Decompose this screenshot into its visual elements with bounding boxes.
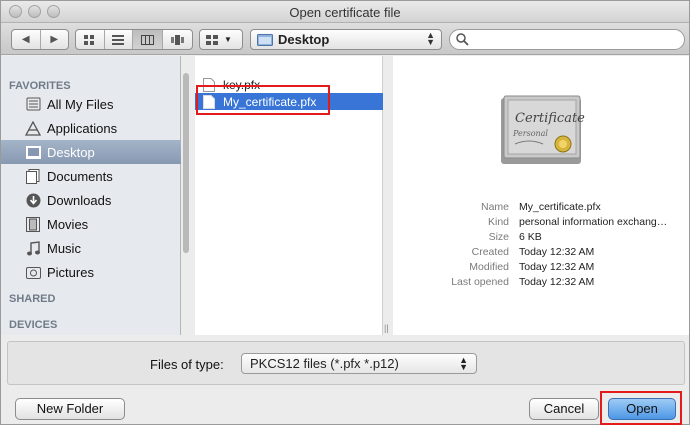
info-key: Name xyxy=(480,201,509,213)
sidebar-item-pictures[interactable]: Pictures xyxy=(1,260,181,284)
all-files-icon xyxy=(25,96,41,112)
icon-view-icon xyxy=(84,34,95,45)
info-value: Today 12:32 AM xyxy=(519,276,595,288)
certificate-preview-icon: Certificate Personal xyxy=(501,95,585,164)
list-view-button[interactable] xyxy=(105,30,134,49)
back-button[interactable]: ◀ xyxy=(12,30,41,49)
certificate-subtitle: Personal xyxy=(512,129,548,138)
files-of-type-label: Files of type: xyxy=(150,357,224,372)
documents-icon xyxy=(25,168,41,184)
window-title: Open certificate file xyxy=(289,5,401,20)
arrange-menu-button[interactable]: ▼ xyxy=(199,29,243,50)
sidebar-item-desktop[interactable]: Desktop xyxy=(1,140,181,164)
sidebar-item-label: All My Files xyxy=(47,96,114,112)
sidebar-item-label: Movies xyxy=(47,216,89,232)
info-row-name: Name My_certificate.pfx xyxy=(393,201,689,215)
cover-flow-button[interactable] xyxy=(163,30,192,49)
files-of-type-value: PKCS12 files (*.pfx *.p12) xyxy=(250,356,399,371)
info-key: Kind xyxy=(487,216,509,228)
info-row-kind: Kind personal information exchang… xyxy=(393,216,689,230)
sidebar-item-movies[interactable]: Movies xyxy=(1,212,181,236)
arrange-icon xyxy=(206,34,218,45)
info-value: Today 12:32 AM xyxy=(519,261,595,273)
sidebar-item-downloads[interactable]: Downloads xyxy=(1,188,181,212)
popup-arrows-icon: ▲ ▼ xyxy=(426,30,435,47)
file-type-accessory: Files of type: PKCS12 files (*.pfx *.p12… xyxy=(7,341,685,385)
sidebar-item-documents[interactable]: Documents xyxy=(1,164,181,188)
files-of-type-select[interactable]: PKCS12 files (*.pfx *.p12) ▲ ▼ xyxy=(241,353,477,374)
sidebar-heading-shared: SHARED xyxy=(9,293,56,305)
column-view-button[interactable] xyxy=(133,30,163,49)
info-row-modified: Modified Today 12:32 AM xyxy=(393,261,689,275)
info-row-created: Created Today 12:32 AM xyxy=(393,246,689,260)
view-mode-buttons xyxy=(75,29,193,50)
forward-arrow-icon: ▶ xyxy=(50,34,59,45)
sidebar-item-label: Applications xyxy=(47,120,118,136)
search-icon xyxy=(456,33,469,46)
info-key: Modified xyxy=(469,261,509,273)
cover-flow-icon xyxy=(170,34,184,45)
sidebar-item-all-my-files[interactable]: All My Files xyxy=(1,92,181,116)
info-key: Size xyxy=(488,231,509,243)
downloads-icon xyxy=(25,192,41,208)
sidebar-item-label: Desktop xyxy=(47,144,95,160)
title-bar: Open certificate file xyxy=(1,1,689,23)
forward-button[interactable]: ▶ xyxy=(41,30,69,49)
pictures-icon xyxy=(25,264,41,280)
info-row-last-opened: Last opened Today 12:32 AM xyxy=(393,276,689,290)
certificate-title: Certificate xyxy=(515,111,585,126)
open-file-dialog: Open certificate file ◀ ▶ ▼ Desktop ▲ ▼ … xyxy=(0,0,690,425)
sidebar-item-label: Downloads xyxy=(47,192,112,208)
info-value: 6 KB xyxy=(519,231,542,243)
column-resize-handle[interactable]: || xyxy=(384,323,389,333)
info-value: My_certificate.pfx xyxy=(519,201,601,213)
sidebar-item-applications[interactable]: Applications xyxy=(1,116,181,140)
sidebar-scrollbar[interactable] xyxy=(183,73,189,253)
info-value: Today 12:32 AM xyxy=(519,246,595,258)
sidebar-item-label: Documents xyxy=(47,168,113,184)
info-key: Last opened xyxy=(451,276,509,288)
back-arrow-icon: ◀ xyxy=(21,34,30,45)
arrange-dropdown-icon: ▼ xyxy=(224,35,232,44)
info-value: personal information exchang… xyxy=(519,216,668,228)
location-label: Desktop xyxy=(278,32,330,47)
sidebar: FAVORITES All My Files Applications Desk… xyxy=(1,56,181,335)
column-view-icon xyxy=(140,34,154,45)
nav-buttons: ◀ ▶ xyxy=(11,29,69,50)
sidebar-item-label: Music xyxy=(47,240,81,256)
desktop-icon xyxy=(25,144,41,160)
music-icon xyxy=(25,240,41,256)
info-row-size: Size 6 KB xyxy=(393,231,689,245)
select-arrows-icon: ▲ ▼ xyxy=(459,355,468,372)
movies-icon xyxy=(25,216,41,232)
sidebar-item-label: Pictures xyxy=(47,264,94,280)
highlight-selected-file xyxy=(196,85,330,115)
sidebar-heading-devices: DEVICES xyxy=(9,319,58,331)
highlight-open-button xyxy=(600,391,682,425)
cancel-button[interactable]: Cancel xyxy=(529,398,599,420)
sidebar-item-music[interactable]: Music xyxy=(1,236,181,260)
search-field[interactable] xyxy=(449,29,685,50)
toolbar: ◀ ▶ ▼ Desktop ▲ ▼ xyxy=(1,23,689,55)
sidebar-heading-favorites: FAVORITES xyxy=(9,80,71,92)
location-popup[interactable]: Desktop ▲ ▼ xyxy=(250,29,442,50)
info-key: Created xyxy=(471,246,509,258)
applications-icon xyxy=(25,120,41,136)
icon-view-button[interactable] xyxy=(76,30,105,49)
new-folder-button[interactable]: New Folder xyxy=(15,398,125,420)
preview-pane: Certificate Personal Name My_certificate… xyxy=(393,56,689,335)
folder-icon xyxy=(257,34,273,46)
list-view-icon xyxy=(112,34,125,45)
